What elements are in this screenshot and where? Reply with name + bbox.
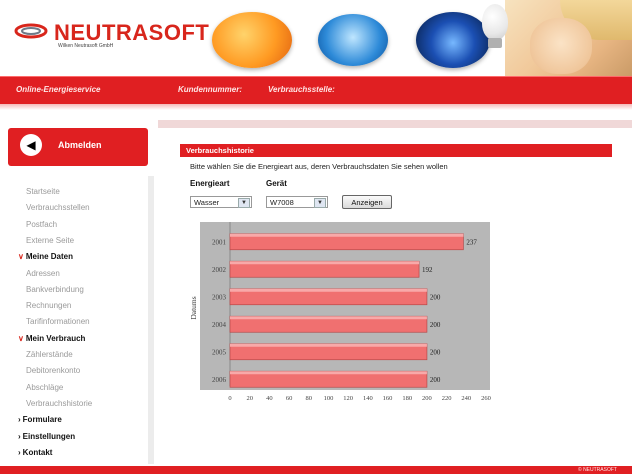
- back-arrow-icon[interactable]: ◀: [20, 134, 42, 156]
- sidebar-group-einstellungen[interactable]: › Einstellungen: [18, 432, 75, 441]
- device-value: W7008: [270, 198, 294, 207]
- chevron-right-icon: ›: [18, 431, 21, 441]
- gas-flame-image: [416, 12, 490, 68]
- chart-category-label: 2004: [212, 321, 227, 329]
- brand-subtitle: Wilken Neutrasoft GmbH: [58, 43, 114, 49]
- chart-x-tick-label: 0: [228, 395, 231, 402]
- chart-bar-highlight: [230, 316, 427, 320]
- chart-bar-highlight: [230, 261, 420, 265]
- chart-data-label: 200: [430, 376, 441, 384]
- chart-category-label: 2002: [212, 266, 227, 274]
- chevron-down-icon[interactable]: ▼: [314, 198, 326, 208]
- chart-x-tick-label: 100: [324, 395, 334, 402]
- chart-x-tick-label: 260: [481, 395, 491, 402]
- chart-category-label: 2001: [212, 238, 227, 246]
- energy-type-label: Energieart: [190, 179, 230, 188]
- chart-x-tick-label: 200: [422, 395, 432, 402]
- chart-x-tick-label: 160: [383, 395, 393, 402]
- chevron-right-icon: ›: [18, 415, 21, 425]
- chart-y-axis-label: Datums: [189, 296, 198, 319]
- chart-x-tick-label: 120: [343, 395, 353, 402]
- chart-bar-highlight: [230, 371, 427, 375]
- footer-copyright: © NEUTRASOFT: [578, 467, 617, 473]
- content-top-band: [158, 120, 632, 128]
- device-label: Gerät: [266, 179, 287, 188]
- sidebar-item-startseite[interactable]: Startseite: [26, 187, 60, 196]
- sidebar-item-bankverbindung[interactable]: Bankverbindung: [26, 285, 84, 294]
- service-title: Online-Energieservice: [16, 85, 101, 94]
- sidebar-group-label: Formulare: [22, 415, 62, 425]
- chart-x-tick-label: 180: [402, 395, 412, 402]
- header-photo-face: [530, 18, 592, 74]
- chart-data-label: 192: [422, 266, 433, 274]
- chart-bar-highlight: [230, 288, 427, 292]
- show-button[interactable]: Anzeigen: [342, 195, 392, 209]
- sidebar-item-tarifinformationen[interactable]: Tarifinformationen: [26, 317, 90, 326]
- chevron-right-icon: ›: [18, 447, 21, 457]
- sidebar-group-label: Mein Verbrauch: [25, 333, 86, 343]
- sidebar-group-label: Meine Daten: [25, 252, 73, 262]
- chart-data-label: 237: [466, 238, 477, 246]
- chart-data-label: 200: [430, 293, 441, 301]
- sidebar-item-verbrauchshistorie[interactable]: Verbrauchshistorie: [26, 399, 92, 408]
- chart-x-tick-label: 140: [363, 395, 373, 402]
- footer-bar: [0, 466, 632, 474]
- chart-x-tick-label: 40: [266, 395, 273, 402]
- sidebar-group-mein-verbrauch[interactable]: ∨ Mein Verbrauch: [18, 334, 85, 343]
- customer-number-label: Kundennummer:: [178, 85, 242, 94]
- consumption-bar-chart: 2001 2372002 1922003 2002004 2002005 2002006 2…: [189, 222, 491, 402]
- sidebar-item-adressen[interactable]: Adressen: [26, 269, 60, 278]
- chart-x-tick-label: 240: [461, 395, 471, 402]
- energy-type-value: Wasser: [194, 198, 220, 207]
- chart-data-label: 200: [430, 348, 441, 356]
- sidebar-group-meine-daten[interactable]: ∨ Meine Daten: [18, 252, 73, 261]
- top-nav-shadow: [0, 104, 632, 110]
- chart-data-label: 200: [430, 321, 441, 329]
- sidebar-item-rechnungen[interactable]: Rechnungen: [26, 301, 71, 310]
- chart-x-tick-label: 220: [442, 395, 452, 402]
- chart-category-label: 2005: [212, 348, 227, 356]
- chart-bar-highlight: [230, 233, 464, 237]
- sidebar-item-abschläge[interactable]: Abschläge: [26, 383, 63, 392]
- sidebar-group-label: Einstellungen: [22, 431, 76, 441]
- chevron-down-icon[interactable]: ▼: [238, 198, 250, 208]
- energy-type-select[interactable]: Wasser ▼: [190, 196, 252, 208]
- chart-x-tick-label: 60: [286, 395, 293, 402]
- chart-x-tick-label: 20: [246, 395, 253, 402]
- section-title: Verbrauchshistorie: [186, 146, 254, 155]
- chart-bar-highlight: [230, 343, 427, 347]
- logout-label[interactable]: Abmelden: [58, 140, 102, 150]
- sidebar-group-label: Kontakt: [22, 447, 53, 457]
- chevron-down-icon: ∨: [18, 252, 24, 262]
- sidebar-item-debitorenkonto[interactable]: Debitorenkonto: [26, 366, 80, 375]
- lightbulb-base: [488, 38, 502, 48]
- sidebar-item-zählerstände[interactable]: Zählerstände: [26, 350, 73, 359]
- electricity-image: [212, 12, 292, 68]
- chart-category-label: 2003: [212, 293, 227, 301]
- brand-logo-icon: [14, 23, 48, 39]
- consumption-point-label: Verbrauchsstelle:: [268, 85, 335, 94]
- sidebar-item-verbrauchsstellen[interactable]: Verbrauchsstellen: [26, 203, 90, 212]
- sidebar-item-externe-seite[interactable]: Externe Seite: [26, 236, 74, 245]
- chart-category-label: 2006: [212, 376, 227, 384]
- device-select[interactable]: W7008 ▼: [266, 196, 328, 208]
- chart-x-tick-label: 80: [306, 395, 313, 402]
- water-image: [318, 14, 388, 66]
- sidebar-group-formulare[interactable]: › Formulare: [18, 415, 62, 424]
- lightbulb-icon: [482, 4, 508, 40]
- sidebar-group-kontakt[interactable]: › Kontakt: [18, 448, 52, 457]
- instruction-text: Bitte wählen Sie die Energieart aus, der…: [190, 162, 448, 171]
- chevron-down-icon: ∨: [18, 333, 24, 343]
- sidebar-item-postfach[interactable]: Postfach: [26, 220, 57, 229]
